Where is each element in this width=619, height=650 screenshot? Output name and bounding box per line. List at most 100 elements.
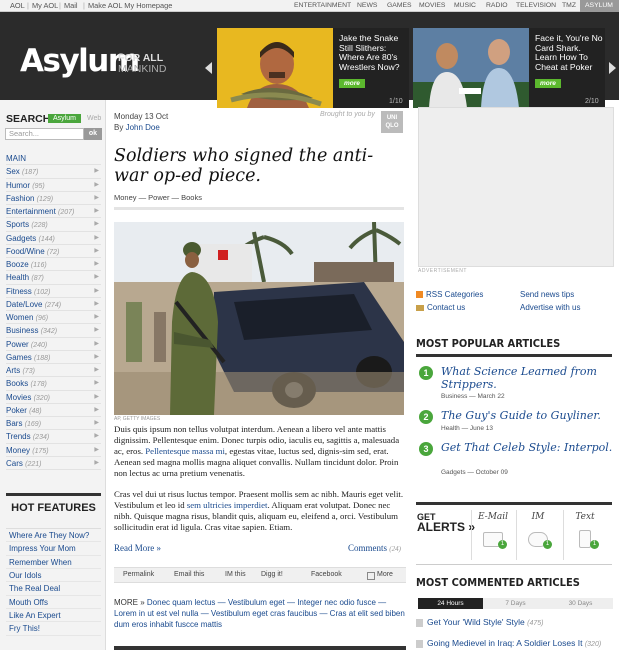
hot-feature-link[interactable]: Remember When (6, 556, 101, 570)
make-homepage-link[interactable]: Make AOL My Homepage (88, 1, 172, 10)
text-alert-button[interactable]: Text 1 (563, 510, 606, 560)
author-link[interactable]: John Doe (126, 123, 160, 132)
nav-games[interactable]: GAMES (382, 0, 417, 12)
sidebar-item-main[interactable]: MAIN (6, 152, 101, 166)
nav-movies[interactable]: MOVIES (414, 0, 450, 12)
facebook-button[interactable]: Facebook (311, 571, 342, 578)
search-input[interactable]: Search... (5, 128, 84, 140)
promo-1-more-button[interactable]: more (339, 79, 365, 88)
commented-count: (320) (584, 641, 602, 648)
search-tab-asylum[interactable]: Asylum (48, 114, 81, 123)
hot-feature-link[interactable]: Mouth Offs (6, 596, 101, 610)
aol-link[interactable]: AOL (10, 1, 25, 10)
comments-count: (24) (389, 545, 401, 553)
mail-link[interactable]: Mail (64, 1, 78, 10)
commented-title[interactable]: Get Your 'Wild Style' Style (427, 617, 525, 627)
hot-feature-link[interactable]: Fry This! (6, 622, 101, 636)
commented-item[interactable]: Get Your 'Wild Style' Style (475) (416, 617, 543, 627)
sidebar-item-humor[interactable]: Humor (95) ▶ (6, 179, 101, 192)
article-tags[interactable]: Money — Power — Books (114, 193, 202, 202)
contact-link[interactable]: Contact us (416, 303, 465, 312)
sidebar-item-women[interactable]: Women (96) ▶ (6, 311, 101, 325)
sidebar-item-trends[interactable]: Trends (234) ▶ (6, 430, 101, 444)
nav-entertainment[interactable]: ENTERTAINMENT (289, 0, 356, 12)
rss-link[interactable]: RSS Categories (416, 290, 483, 299)
sidebar-item-books[interactable]: Books (178) ▶ (6, 377, 101, 391)
sidebar-item-money[interactable]: Money (175) ▶ (6, 444, 101, 457)
sidebar-item-food-wine[interactable]: Food/Wine (72) ▶ (6, 245, 101, 258)
sidebar-item-entertainment[interactable]: Entertainment (207) ▶ (6, 205, 101, 219)
advertise-link[interactable]: Advertise with us (520, 303, 580, 312)
inline-link[interactable]: Pellentesque massa mi (145, 446, 225, 456)
sidebar-item-date-love[interactable]: Date/Love (274) ▶ (6, 298, 101, 311)
sidebar-item-booze[interactable]: Booze (116) ▶ (6, 258, 101, 272)
promo-2-more-button[interactable]: more (535, 79, 561, 88)
popular-title[interactable]: The Guy's Guide to Guyliner. (441, 409, 617, 423)
comments-link[interactable]: Comments (24) (348, 543, 401, 553)
sidebar-item-movies[interactable]: Movies (320) ▶ (6, 391, 101, 404)
digg-button[interactable]: Digg it! (261, 571, 283, 578)
nav-television[interactable]: TELEVISION (511, 0, 561, 12)
advertisement[interactable] (418, 107, 614, 267)
sidebar-item-cars[interactable]: Cars (221) ▶ (6, 457, 101, 470)
sidebar-item-sex[interactable]: Sex (187) ▶ (6, 165, 101, 179)
sidebar-item-business[interactable]: Business (342) ▶ (6, 324, 101, 338)
chevron-right-icon: ▶ (94, 168, 99, 175)
popular-title[interactable]: What Science Learned from Strippers. (441, 365, 617, 391)
more-share-button[interactable]: More (377, 571, 393, 578)
more-links-text[interactable]: Donec quam lectus — Vestibulum eget — In… (114, 598, 405, 629)
hot-feature-link[interactable]: Our Idols (6, 569, 101, 583)
nav-news[interactable]: NEWS (352, 0, 382, 12)
commented-title[interactable]: Going Medievel in Iraq: A Soldier Loses … (427, 638, 582, 648)
carousel-prev-icon[interactable] (205, 62, 212, 74)
sidebar-item-gadgets[interactable]: Gadgets (144) ▶ (6, 232, 101, 245)
sidebar-item-sports[interactable]: Sports (228) ▶ (6, 218, 101, 232)
im-alert-button[interactable]: IM 1 (516, 510, 559, 560)
divider (114, 207, 404, 210)
nav-asylum[interactable]: ASYLUM (580, 0, 619, 12)
sidebar-item-bars[interactable]: Bars (169) ▶ (6, 417, 101, 431)
chevron-right-icon: ▶ (94, 367, 99, 373)
my-aol-link[interactable]: My AOL (32, 1, 58, 10)
sidebar-item-arts[interactable]: Arts (73) ▶ (6, 364, 101, 378)
inline-link[interactable]: sem ultricies imperdiet (187, 500, 268, 510)
article-photo[interactable] (114, 222, 404, 415)
tab-7-days[interactable]: 7 Days (483, 598, 548, 609)
category-nav: MAIN Sex (187) ▶ Humor (95) ▶ Fashion (129) ▶… (6, 152, 101, 470)
nav-music[interactable]: MUSIC (449, 0, 481, 12)
sidebar-item-fashion[interactable]: Fashion (129) ▶ (6, 192, 101, 205)
hot-feature-link[interactable]: Where Are They Now? (6, 529, 101, 543)
read-more-link[interactable]: Read More » (114, 543, 161, 553)
im-this-button[interactable]: IM this (225, 571, 246, 578)
sidebar-item-games[interactable]: Games (188) ▶ (6, 351, 101, 364)
search-button[interactable]: ok (84, 128, 102, 140)
promo-1-title[interactable]: Jake the Snake Still Slithers: Where Are… (339, 33, 407, 72)
send-tips-link[interactable]: Send news tips (520, 290, 574, 299)
tab-30-days[interactable]: 30 Days (548, 598, 613, 609)
promo-2-title[interactable]: Face it, You're No Card Shark. Learn How… (535, 33, 603, 72)
email-this-button[interactable]: Email this (174, 571, 204, 578)
tab-24-hours[interactable]: 24 Hours (418, 598, 483, 609)
chevron-right-icon: ▶ (94, 181, 99, 188)
by-label: By (114, 123, 124, 132)
sidebar-item-health[interactable]: Health (87) ▶ (6, 271, 101, 285)
sidebar-item-power[interactable]: Power (240) ▶ (6, 338, 101, 351)
sidebar-item-fitness[interactable]: Fitness (102) ▶ (6, 285, 101, 298)
carousel-next-icon[interactable] (609, 62, 616, 74)
permalink-button[interactable]: Permalink (123, 571, 154, 578)
hot-feature-link[interactable]: Like An Expert (6, 609, 101, 623)
promo-card-1[interactable]: Jake the Snake Still Slithers: Where Are… (217, 28, 409, 108)
sponsor-logo[interactable]: UNI QLO (381, 111, 403, 133)
more-links[interactable]: MORE » Donec quam lectus — Vestibulum eg… (114, 597, 406, 630)
nav-tmz[interactable]: TMZ (557, 0, 581, 12)
nav-radio[interactable]: RADIO (481, 0, 513, 12)
promo-card-2[interactable]: Face it, You're No Card Shark. Learn How… (413, 28, 605, 108)
popular-title[interactable]: Get That Celeb Style: Interpol. (441, 441, 617, 455)
sidebar-item-poker[interactable]: Poker (48) ▶ (6, 404, 101, 417)
hot-feature-link[interactable]: Impress Your Mom (6, 542, 101, 556)
email-alert-button[interactable]: E-Mail 1 (471, 510, 514, 560)
hot-feature-link[interactable]: The Real Deal (6, 582, 101, 596)
commented-item[interactable]: Going Medievel in Iraq: A Soldier Loses … (416, 638, 601, 648)
search-tab-web[interactable]: Web (82, 114, 106, 123)
sidebar-item-count: (95) (32, 182, 45, 190)
